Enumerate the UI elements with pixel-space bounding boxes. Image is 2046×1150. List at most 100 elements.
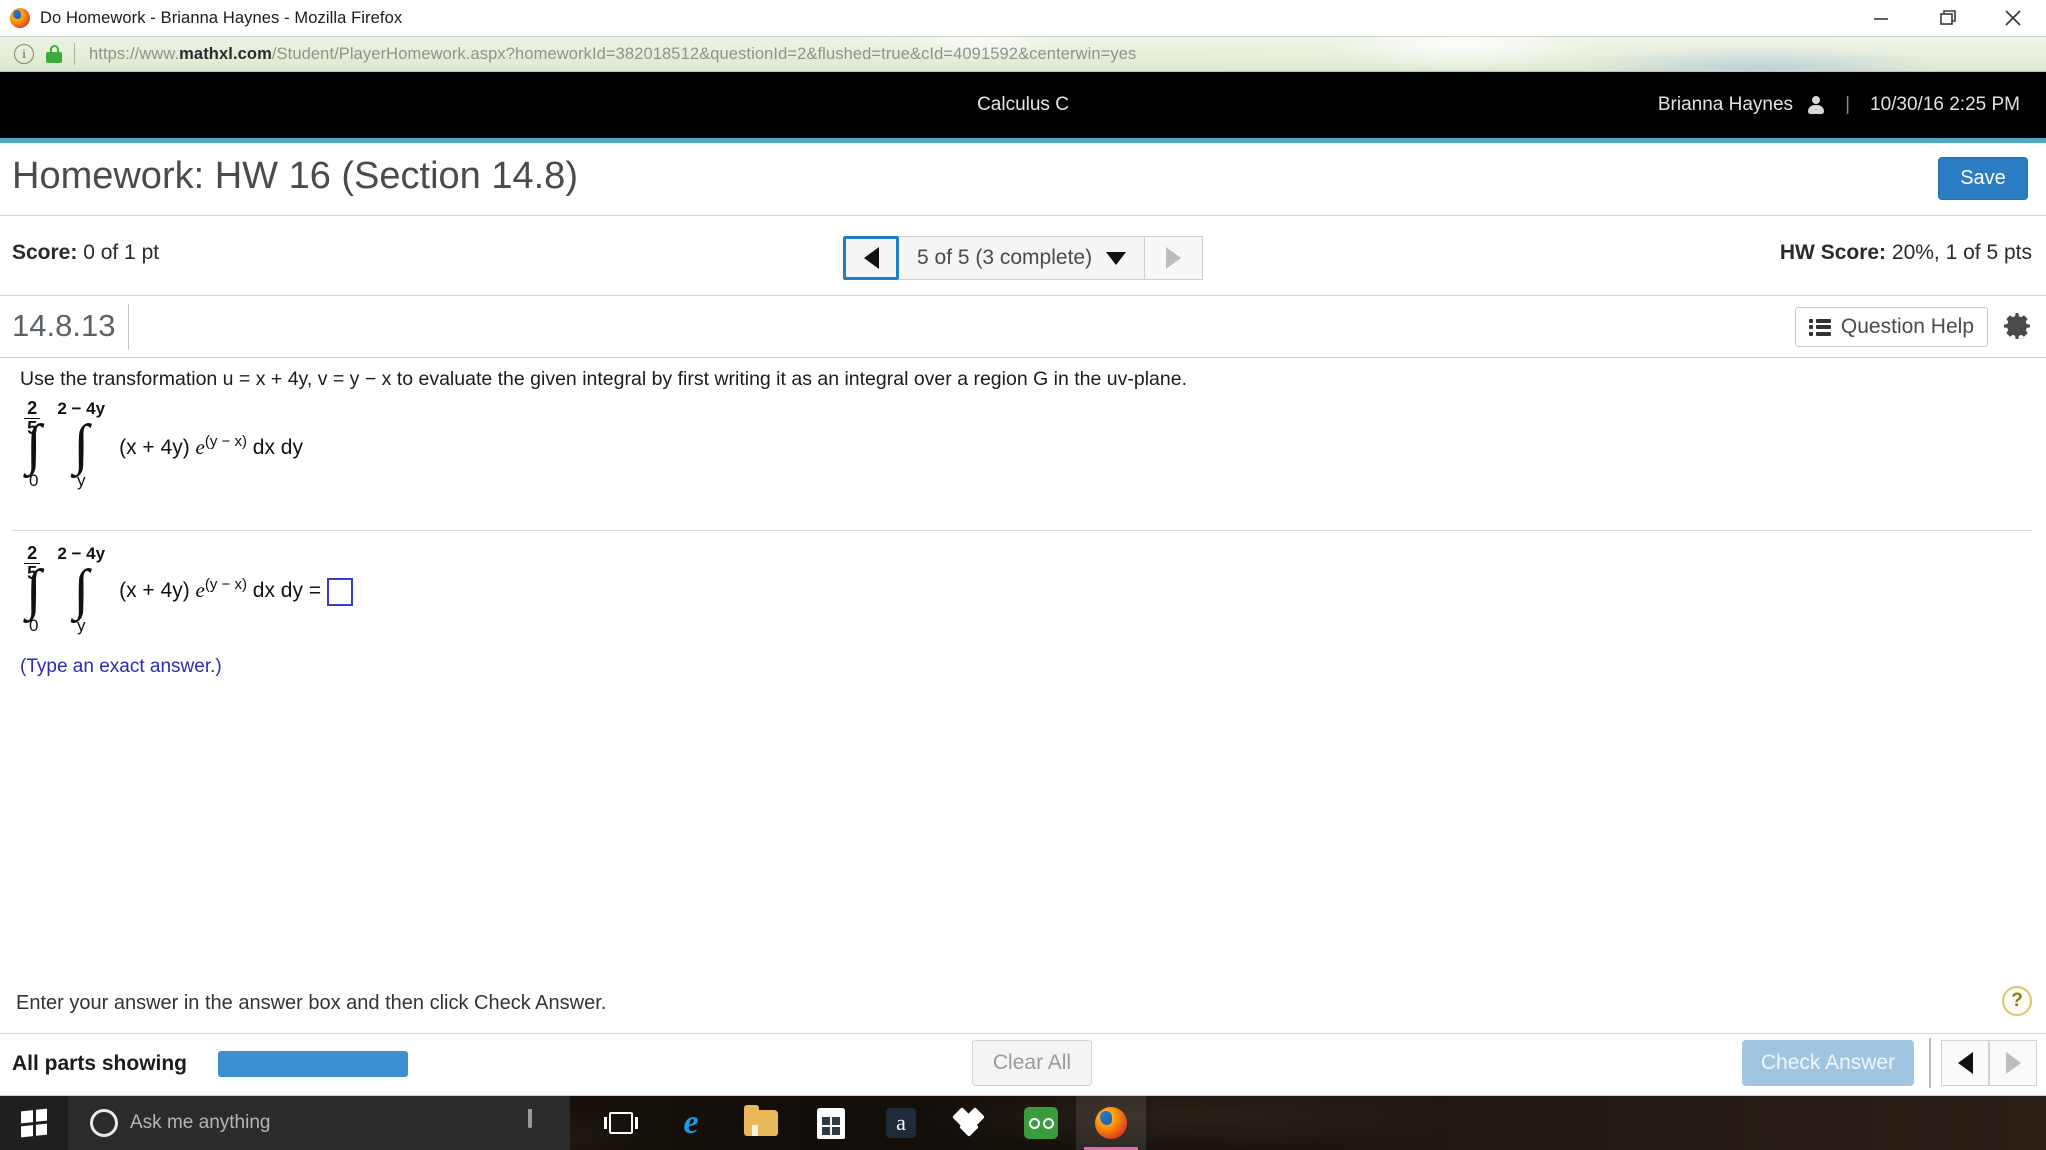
url-domain: mathxl.com [179, 44, 272, 63]
page-title: Homework: HW 16 (Section 14.8) [12, 155, 578, 197]
inner-integral: 2 − 4y ∫ y [57, 543, 105, 637]
hw-score-label: HW Score: [1779, 241, 1887, 264]
outer-lower-limit: 0 [28, 616, 39, 635]
section-divider [12, 530, 2032, 531]
user-avatar-icon[interactable] [1807, 96, 1825, 114]
triangle-right-icon [2005, 1052, 2021, 1074]
clear-all-button[interactable]: Clear All [972, 1040, 1092, 1086]
taskbar-icons: e a [570, 1096, 1146, 1150]
microphone-icon[interactable] [528, 1109, 540, 1128]
triangle-right-icon [1166, 247, 1182, 269]
score-value: 0 of 1 pt [77, 241, 160, 264]
footer-nav-separator [1929, 1038, 1931, 1088]
windows-start-icon[interactable] [0, 1096, 68, 1150]
pager-next-button[interactable] [1145, 236, 1204, 280]
appbar-separator: | [1845, 94, 1850, 115]
hw-score-value: 20%, 1 of 5 pts [1886, 241, 2032, 264]
answer-input-box[interactable] [327, 577, 354, 606]
browser-title-bar: Do Homework - Brianna Haynes - Mozilla F… [0, 0, 2046, 36]
url-divider [74, 43, 75, 65]
question-help-label: Question Help [1840, 315, 1974, 338]
integrand-exponent: (y − x) [204, 576, 247, 594]
integrand-factor: (x + 4y) [119, 579, 196, 603]
question-score: Score: 0 of 1 pt [12, 241, 159, 265]
homework-header: Homework: HW 16 (Section 14.8) Save [0, 143, 2046, 216]
url-text[interactable]: https://www.mathxl.com/Student/PlayerHom… [89, 45, 1136, 64]
firefox-taskbar-icon[interactable] [1076, 1096, 1146, 1150]
amazon-letter: a [886, 1108, 916, 1138]
all-parts-showing-label: All parts showing [12, 1052, 188, 1075]
footer-instruction: Enter your answer in the answer box and … [16, 992, 607, 1014]
hw-score: HW Score: 20%, 1 of 5 pts [1780, 241, 2032, 265]
pager-prev-button[interactable] [843, 236, 899, 280]
triangle-left-icon [863, 247, 879, 269]
window-title: Do Homework - Brianna Haynes - Mozilla F… [40, 8, 403, 27]
outer-lower-limit: 0 [28, 471, 39, 490]
task-view-icon[interactable] [586, 1096, 656, 1150]
exercise-divider [128, 304, 129, 350]
outer-integral: 2 5 ∫ 0 [20, 543, 47, 637]
integrand-exponent: (y − x) [204, 432, 247, 450]
exercise-row: 14.8.13 Question Help [0, 296, 2046, 358]
footer-prev-button[interactable] [1941, 1040, 1989, 1086]
inner-lower-limit: y [76, 616, 86, 635]
exact-answer-note: (Type an exact answer.) [20, 656, 222, 677]
pager-dropdown[interactable]: 5 of 5 (3 complete) [899, 236, 1146, 280]
triangle-left-icon [1957, 1052, 1973, 1074]
integral-symbol: ∫ [73, 414, 89, 476]
url-suffix: /Student/PlayerHomework.aspx?homeworkId=… [271, 44, 1137, 63]
euler-e: e [195, 578, 205, 603]
inner-integral: 2 − 4y ∫ y [57, 398, 105, 492]
lock-icon[interactable] [46, 45, 62, 63]
pager-label: 5 of 5 (3 complete) [917, 246, 1093, 269]
url-prefix: https://www. [89, 44, 180, 63]
caret-down-icon [1106, 251, 1127, 265]
file-explorer-icon[interactable] [726, 1096, 796, 1150]
app-bar-right: Brianna Haynes | 10/30/16 2:25 PM [1658, 72, 2020, 138]
page-info-icon[interactable]: i [14, 44, 34, 64]
cortana-circle-icon [90, 1109, 118, 1137]
outer-integral: 2 5 ∫ 0 [20, 398, 47, 492]
browser-url-bar[interactable]: i https://www.mathxl.com/Student/PlayerH… [0, 36, 2046, 72]
mathxl-app-bar: Calculus C Brianna Haynes | 10/30/16 2:2… [0, 72, 2046, 138]
minimize-button[interactable] [1848, 0, 1914, 36]
screen: Do Homework - Brianna Haynes - Mozilla F… [0, 0, 2046, 1150]
firefox-logo-icon [10, 8, 30, 28]
dropbox-icon[interactable] [936, 1096, 1006, 1150]
inner-lower-limit: y [76, 471, 86, 490]
check-answer-button[interactable]: Check Answer [1742, 1040, 1914, 1086]
footer-next-button[interactable] [1989, 1040, 2037, 1086]
question-integral-display: 2 5 ∫ 0 2 − 4y ∫ y (x + 4y) e(y − x) dx … [20, 398, 303, 492]
search-placeholder: Ask me anything [130, 1112, 271, 1133]
help-question-icon[interactable]: ? [2002, 986, 2032, 1016]
window-controls [1848, 0, 2046, 36]
amazon-icon[interactable]: a [866, 1096, 936, 1150]
euler-e: e [195, 434, 205, 459]
list-icon [1808, 318, 1831, 336]
windows-taskbar: Ask me anything e a !! [0, 1096, 2046, 1150]
datetime-label: 10/30/16 2:25 PM [1870, 94, 2020, 115]
edge-icon[interactable]: e [656, 1096, 726, 1150]
search-input[interactable]: Ask me anything [68, 1096, 570, 1150]
restore-button[interactable] [1914, 0, 1980, 36]
integral-symbol: ∫ [73, 559, 89, 621]
gear-icon[interactable] [2000, 310, 2034, 344]
tripadvisor-icon[interactable] [1006, 1096, 1076, 1150]
integrand-factor: (x + 4y) [119, 435, 196, 459]
integrand-differentials: dx dy [246, 435, 303, 459]
course-title: Calculus C [977, 94, 1069, 115]
close-button[interactable] [1980, 0, 2046, 36]
score-label: Score: [12, 241, 78, 264]
integral-symbol: ∫ [26, 414, 42, 476]
footer-message-bar: Enter your answer in the answer box and … [0, 978, 2046, 1034]
question-help-button[interactable]: Question Help [1794, 307, 1988, 347]
microsoft-store-icon[interactable] [796, 1096, 866, 1150]
question-statement: Use the transformation u = x + 4y, v = y… [20, 368, 1188, 390]
save-button[interactable]: Save [1938, 157, 2028, 200]
integral-symbol: ∫ [26, 559, 42, 621]
parts-progress-bar [218, 1051, 408, 1077]
question-pager: 5 of 5 (3 complete) [843, 236, 1204, 280]
user-name: Brianna Haynes [1657, 94, 1794, 115]
answer-equals-label: dx dy = [246, 579, 322, 603]
exercise-id: 14.8.13 [12, 308, 116, 343]
